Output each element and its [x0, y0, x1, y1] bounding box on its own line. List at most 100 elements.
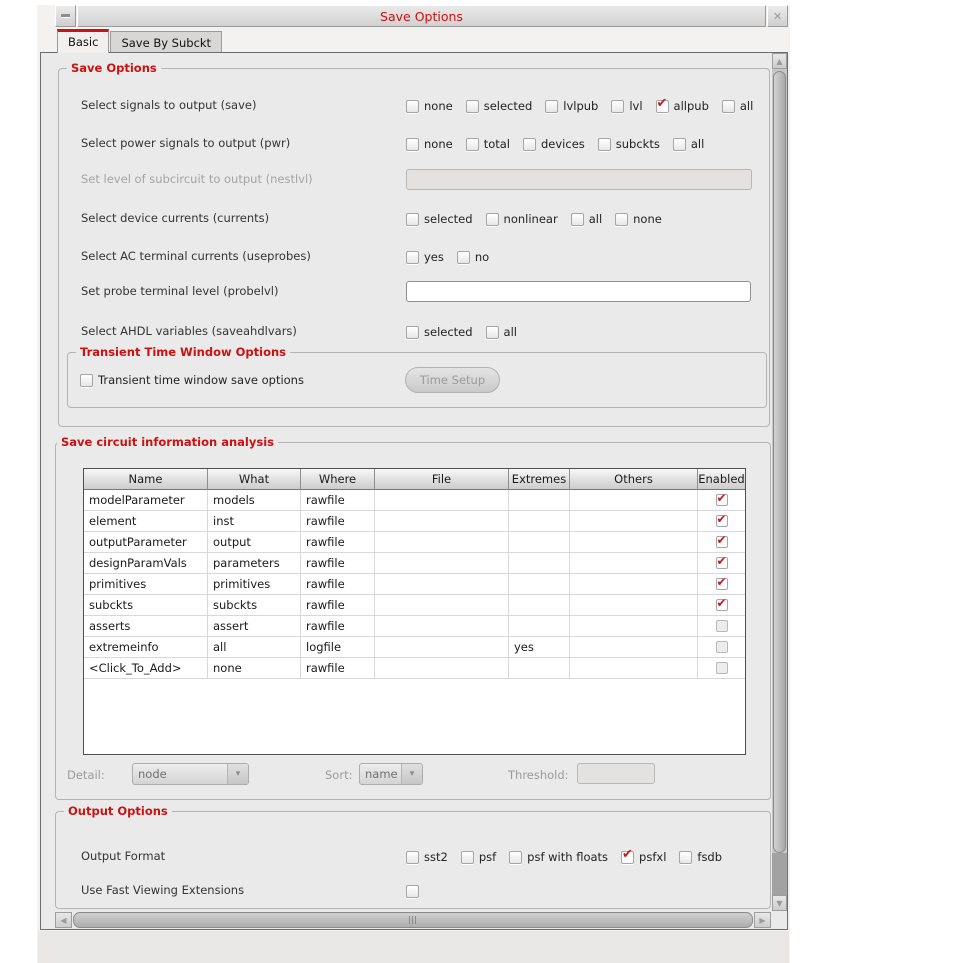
table-header-enabled[interactable]: Enabled	[698, 469, 745, 490]
checkbox-option-subckts[interactable]: subckts	[597, 137, 660, 151]
unchecked-checkbox[interactable]	[715, 620, 728, 632]
unchecked-checkbox[interactable]	[406, 325, 419, 339]
checked-checkbox[interactable]: ✔	[655, 97, 669, 113]
checked-checkbox[interactable]: ✔	[715, 513, 728, 527]
checkbox-option-lvlpub[interactable]: lvlpub	[545, 99, 598, 113]
checkbox-option-all[interactable]: all	[570, 212, 602, 226]
checkbox-option-nonlinear[interactable]: nonlinear	[485, 212, 558, 226]
table-header-file[interactable]: File	[375, 469, 509, 490]
threshold-input[interactable]	[577, 763, 655, 784]
table-row[interactable]: <Click_To_Add> none rawfile	[84, 658, 745, 679]
table-row[interactable]: extremeinfo all logfile yes	[84, 637, 745, 658]
vertical-scroll-thumb[interactable]	[773, 71, 786, 853]
unchecked-checkbox[interactable]	[570, 212, 584, 226]
checkbox-option-selected[interactable]: selected	[465, 99, 532, 113]
horizontal-scroll-thumb[interactable]	[73, 912, 753, 928]
checkbox-option-psf[interactable]: psf	[460, 850, 496, 864]
table-header-others[interactable]: Others	[570, 469, 698, 490]
table-header-what[interactable]: What	[208, 469, 301, 490]
unchecked-checkbox[interactable]	[615, 212, 629, 226]
unchecked-checkbox[interactable]	[672, 137, 686, 151]
table-header-extremes[interactable]: Extremes	[509, 469, 570, 490]
table-row[interactable]: subckts subckts rawfile ✔	[84, 595, 745, 616]
check-icon: ✔	[716, 575, 727, 589]
unchecked-checkbox[interactable]	[485, 212, 499, 226]
checkbox-option-all[interactable]: all	[672, 137, 704, 151]
transient-checkbox-item[interactable]: Transient time window save options	[80, 373, 304, 387]
scroll-right-button[interactable]: ▶	[754, 912, 771, 928]
unchecked-checkbox[interactable]	[715, 662, 728, 674]
checkbox-option-total[interactable]: total	[465, 137, 510, 151]
table-row[interactable]: outputParameter output rawfile ✔	[84, 532, 745, 553]
checkbox-option-selected[interactable]: selected	[406, 325, 473, 339]
checkbox-option-selected[interactable]: selected	[406, 212, 473, 226]
detail-dropdown[interactable]: node ▾	[132, 763, 249, 785]
unchecked-checkbox[interactable]	[545, 99, 559, 113]
unchecked-checkbox[interactable]	[465, 137, 479, 151]
checkbox-option-yes[interactable]: yes	[406, 250, 444, 264]
checkbox-option-none[interactable]: none	[406, 137, 453, 151]
table-row[interactable]: element inst rawfile ✔	[84, 511, 745, 532]
checkbox-option-fsdb[interactable]: fsdb	[679, 850, 722, 864]
unchecked-checkbox[interactable]	[485, 325, 499, 339]
checkbox-option-none[interactable]: none	[615, 212, 662, 226]
unchecked-checkbox[interactable]	[406, 850, 419, 864]
minimize-button[interactable]	[55, 5, 76, 27]
tab-basic[interactable]: Basic	[57, 29, 110, 53]
unchecked-checkbox[interactable]	[611, 99, 625, 113]
checkbox-option-all[interactable]: all	[485, 325, 517, 339]
checked-checkbox[interactable]: ✔	[715, 534, 728, 548]
unchecked-checkbox[interactable]	[715, 641, 728, 653]
sort-dropdown[interactable]: name ▾	[359, 763, 423, 785]
fast-viewing-checkbox[interactable]	[406, 884, 419, 898]
checked-checkbox[interactable]: ✔	[715, 492, 728, 506]
checked-checkbox[interactable]: ✔	[715, 575, 728, 590]
unchecked-checkbox[interactable]	[597, 137, 611, 151]
checkbox-option-label: selected	[424, 212, 473, 226]
checked-checkbox[interactable]: ✔	[621, 848, 635, 864]
unchecked-checkbox[interactable]	[406, 137, 419, 151]
tab-save-by-subckt[interactable]: Save By Subckt	[110, 31, 223, 53]
close-button[interactable]: ✕	[767, 5, 788, 27]
unchecked-checkbox[interactable]	[523, 137, 536, 151]
time-setup-button[interactable]: Time Setup	[405, 367, 500, 393]
probelvl-input[interactable]	[406, 281, 751, 302]
table-cell-name: element	[84, 511, 208, 532]
scroll-left-button[interactable]: ◀	[55, 912, 72, 928]
unchecked-checkbox[interactable]	[456, 250, 470, 264]
nestlvl-input[interactable]	[406, 169, 752, 190]
checked-checkbox[interactable]: ✔	[715, 597, 728, 611]
checkbox-option-all[interactable]: all	[721, 99, 753, 113]
table-row[interactable]: primitives primitives rawfile ✔	[84, 574, 745, 595]
unchecked-checkbox[interactable]	[406, 212, 419, 226]
table-row[interactable]: modelParameter models rawfile ✔	[84, 490, 745, 511]
checkbox-option-sst2[interactable]: sst2	[406, 850, 448, 864]
table-cell-extremes	[509, 553, 570, 574]
checkbox-option-devices[interactable]: devices	[523, 137, 585, 151]
table-header-name[interactable]: Name	[84, 469, 208, 490]
vertical-scrollbar[interactable]: ▲ ▼	[772, 53, 787, 911]
checked-checkbox[interactable]: ✔	[715, 555, 728, 569]
transient-checkbox[interactable]	[80, 373, 93, 387]
vertical-scroll-track[interactable]	[772, 853, 787, 895]
unchecked-checkbox[interactable]	[679, 850, 693, 864]
horizontal-scrollbar[interactable]: ◀ ▶	[55, 912, 771, 928]
checkbox-option-psf-with-floats[interactable]: psf with floats	[509, 850, 608, 864]
group-save-options: Save Options Select signals to output (s…	[58, 61, 770, 427]
unchecked-checkbox[interactable]	[406, 99, 419, 113]
scroll-up-button[interactable]: ▲	[772, 53, 787, 69]
unchecked-checkbox[interactable]	[721, 99, 735, 113]
checkbox-option-no[interactable]: no	[456, 250, 489, 264]
table-row[interactable]: asserts assert rawfile	[84, 616, 745, 637]
checkbox-option-none[interactable]: none	[406, 99, 453, 113]
scroll-down-button[interactable]: ▼	[772, 895, 787, 911]
checkbox-option-psfxl[interactable]: ✔ psfxl	[621, 848, 666, 864]
table-header-where[interactable]: Where	[301, 469, 375, 490]
checkbox-option-lvl[interactable]: lvl	[611, 99, 643, 113]
checkbox-option-allpub[interactable]: ✔ allpub	[655, 97, 709, 113]
unchecked-checkbox[interactable]	[460, 850, 474, 864]
table-row[interactable]: designParamVals parameters rawfile ✔	[84, 553, 745, 574]
unchecked-checkbox[interactable]	[465, 99, 479, 113]
unchecked-checkbox[interactable]	[406, 250, 419, 264]
unchecked-checkbox[interactable]	[509, 850, 523, 864]
